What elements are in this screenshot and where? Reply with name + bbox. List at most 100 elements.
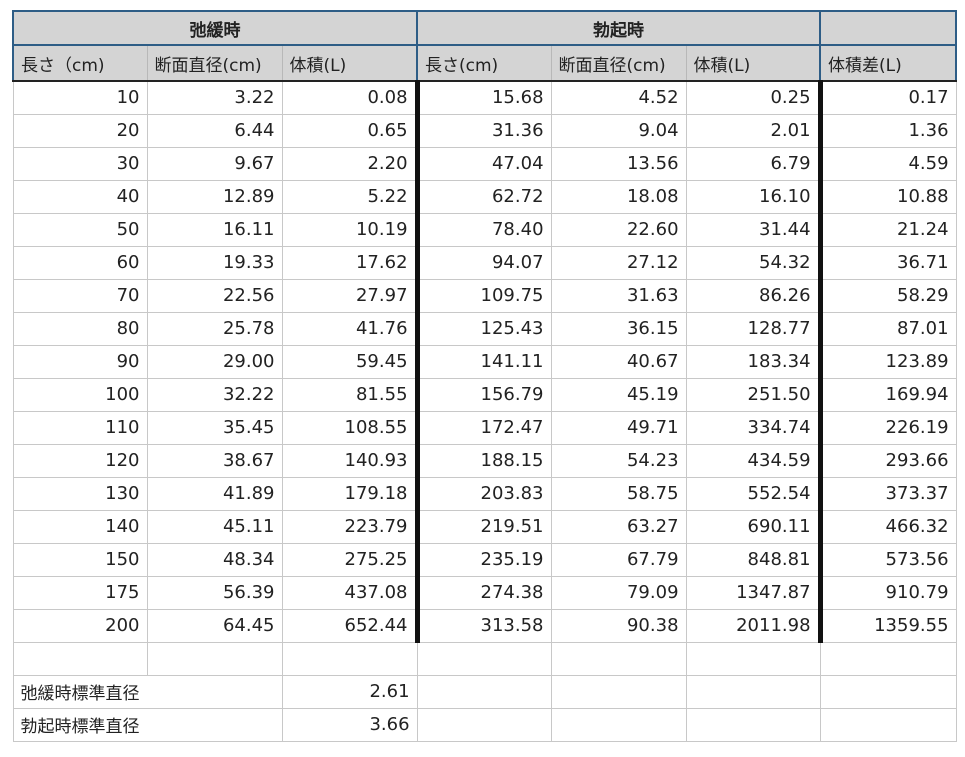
group-header-diff[interactable]: [819, 10, 958, 46]
group-header-flaccid[interactable]: 弛緩時: [11, 10, 419, 46]
cell-erect-length[interactable]: 47.04: [416, 146, 552, 181]
cell-flaccid-volume[interactable]: 179.18: [281, 476, 420, 511]
table-cell[interactable]: [685, 707, 821, 742]
cell-flaccid-volume[interactable]: 140.93: [281, 443, 420, 478]
cell-volume-diff[interactable]: 373.37: [819, 476, 957, 511]
cell-flaccid-volume[interactable]: 275.25: [281, 542, 420, 577]
stat-value-flaccid[interactable]: 2.61: [281, 674, 418, 709]
cell-erect-length[interactable]: 31.36: [416, 113, 552, 148]
cell-erect-length[interactable]: 188.15: [416, 443, 552, 478]
cell-erect-diameter[interactable]: 63.27: [550, 509, 687, 544]
cell-erect-diameter[interactable]: 9.04: [550, 113, 687, 148]
cell-flaccid-length[interactable]: 70: [12, 278, 148, 313]
cell-flaccid-volume[interactable]: 17.62: [281, 245, 420, 280]
cell-erect-volume[interactable]: 128.77: [685, 311, 823, 346]
cell-erect-volume[interactable]: 434.59: [685, 443, 823, 478]
table-cell[interactable]: [146, 641, 283, 676]
cell-erect-length[interactable]: 109.75: [416, 278, 552, 313]
cell-volume-diff[interactable]: 36.71: [819, 245, 957, 280]
cell-flaccid-volume[interactable]: 5.22: [281, 179, 420, 214]
cell-flaccid-diameter[interactable]: 48.34: [146, 542, 283, 577]
cell-flaccid-diameter[interactable]: 3.22: [146, 80, 283, 115]
cell-erect-volume[interactable]: 2.01: [685, 113, 823, 148]
cell-erect-diameter[interactable]: 90.38: [550, 608, 687, 643]
cell-flaccid-volume[interactable]: 108.55: [281, 410, 420, 445]
cell-flaccid-volume[interactable]: 652.44: [281, 608, 420, 643]
cell-erect-volume[interactable]: 2011.98: [685, 608, 823, 643]
cell-flaccid-length[interactable]: 100: [12, 377, 148, 412]
cell-erect-length[interactable]: 203.83: [416, 476, 552, 511]
cell-flaccid-diameter[interactable]: 64.45: [146, 608, 283, 643]
column-header-volume-diff[interactable]: 体積差(L): [819, 44, 958, 82]
stat-label-erect[interactable]: 勃起時標準直径: [12, 707, 283, 742]
cell-volume-diff[interactable]: 4.59: [819, 146, 957, 181]
cell-erect-diameter[interactable]: 18.08: [550, 179, 687, 214]
cell-flaccid-volume[interactable]: 0.65: [281, 113, 420, 148]
column-header-erect-volume[interactable]: 体積(L): [685, 44, 822, 82]
cell-erect-length[interactable]: 78.40: [416, 212, 552, 247]
cell-erect-length[interactable]: 274.38: [416, 575, 552, 610]
cell-erect-volume[interactable]: 0.25: [685, 80, 823, 115]
table-cell[interactable]: [685, 674, 821, 709]
cell-flaccid-length[interactable]: 40: [12, 179, 148, 214]
cell-flaccid-diameter[interactable]: 25.78: [146, 311, 283, 346]
cell-erect-length[interactable]: 219.51: [416, 509, 552, 544]
cell-flaccid-diameter[interactable]: 32.22: [146, 377, 283, 412]
column-header-flaccid-diameter[interactable]: 断面直径(cm): [146, 44, 283, 82]
cell-flaccid-diameter[interactable]: 41.89: [146, 476, 283, 511]
cell-volume-diff[interactable]: 466.32: [819, 509, 957, 544]
cell-erect-length[interactable]: 15.68: [416, 80, 552, 115]
cell-flaccid-length[interactable]: 30: [12, 146, 148, 181]
table-cell[interactable]: [819, 707, 957, 742]
cell-erect-length[interactable]: 172.47: [416, 410, 552, 445]
cell-flaccid-volume[interactable]: 10.19: [281, 212, 420, 247]
cell-flaccid-volume[interactable]: 27.97: [281, 278, 420, 313]
cell-erect-length[interactable]: 235.19: [416, 542, 552, 577]
cell-erect-diameter[interactable]: 36.15: [550, 311, 687, 346]
cell-flaccid-diameter[interactable]: 6.44: [146, 113, 283, 148]
cell-volume-diff[interactable]: 573.56: [819, 542, 957, 577]
table-cell[interactable]: [416, 641, 552, 676]
cell-volume-diff[interactable]: 21.24: [819, 212, 957, 247]
cell-erect-length[interactable]: 62.72: [416, 179, 552, 214]
cell-erect-volume[interactable]: 31.44: [685, 212, 823, 247]
cell-flaccid-volume[interactable]: 59.45: [281, 344, 420, 379]
table-cell[interactable]: [819, 674, 957, 709]
cell-flaccid-diameter[interactable]: 12.89: [146, 179, 283, 214]
cell-erect-diameter[interactable]: 22.60: [550, 212, 687, 247]
cell-flaccid-length[interactable]: 130: [12, 476, 148, 511]
cell-volume-diff[interactable]: 1359.55: [819, 608, 957, 643]
cell-erect-volume[interactable]: 848.81: [685, 542, 823, 577]
cell-erect-volume[interactable]: 1347.87: [685, 575, 823, 610]
group-header-erect[interactable]: 勃起時: [416, 10, 822, 46]
cell-flaccid-diameter[interactable]: 19.33: [146, 245, 283, 280]
column-header-erect-length[interactable]: 長さ(cm): [416, 44, 552, 82]
cell-flaccid-volume[interactable]: 0.08: [281, 80, 420, 115]
table-cell[interactable]: [685, 641, 821, 676]
cell-flaccid-diameter[interactable]: 22.56: [146, 278, 283, 313]
cell-erect-volume[interactable]: 251.50: [685, 377, 823, 412]
cell-flaccid-length[interactable]: 10: [12, 80, 148, 115]
cell-flaccid-diameter[interactable]: 45.11: [146, 509, 283, 544]
cell-flaccid-length[interactable]: 90: [12, 344, 148, 379]
cell-erect-diameter[interactable]: 27.12: [550, 245, 687, 280]
cell-volume-diff[interactable]: 226.19: [819, 410, 957, 445]
cell-erect-volume[interactable]: 690.11: [685, 509, 823, 544]
table-cell[interactable]: [550, 641, 687, 676]
cell-volume-diff[interactable]: 169.94: [819, 377, 957, 412]
cell-flaccid-diameter[interactable]: 38.67: [146, 443, 283, 478]
cell-flaccid-volume[interactable]: 41.76: [281, 311, 420, 346]
cell-flaccid-length[interactable]: 60: [12, 245, 148, 280]
table-cell[interactable]: [550, 674, 687, 709]
cell-flaccid-length[interactable]: 80: [12, 311, 148, 346]
cell-erect-volume[interactable]: 86.26: [685, 278, 823, 313]
cell-erect-diameter[interactable]: 79.09: [550, 575, 687, 610]
table-cell[interactable]: [416, 707, 552, 742]
cell-erect-volume[interactable]: 16.10: [685, 179, 823, 214]
column-header-erect-diameter[interactable]: 断面直径(cm): [550, 44, 687, 82]
cell-volume-diff[interactable]: 10.88: [819, 179, 957, 214]
cell-erect-diameter[interactable]: 54.23: [550, 443, 687, 478]
cell-flaccid-volume[interactable]: 81.55: [281, 377, 420, 412]
table-cell[interactable]: [819, 641, 957, 676]
cell-flaccid-diameter[interactable]: 35.45: [146, 410, 283, 445]
